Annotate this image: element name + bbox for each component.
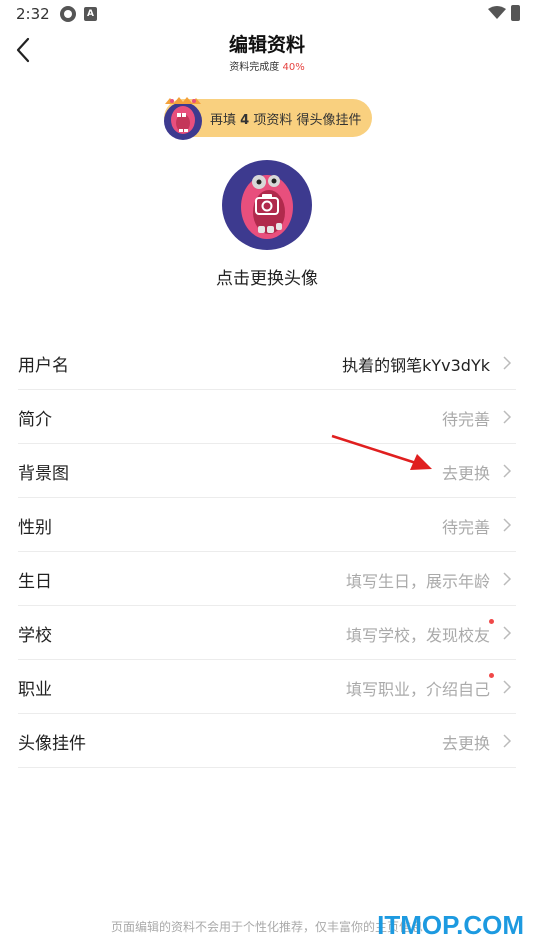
wifi-icon — [488, 6, 506, 19]
row-value: 去更换 — [441, 734, 490, 753]
chevron-right-icon — [503, 464, 512, 478]
row-school[interactable]: 学校 填写学校，发现校友 — [18, 606, 516, 660]
chevron-right-icon — [503, 356, 512, 370]
new-badge-dot — [489, 673, 494, 678]
battery-icon — [511, 5, 520, 21]
chevron-right-icon — [503, 518, 512, 532]
status-time: 2:32 — [16, 5, 50, 23]
chevron-right-icon — [503, 680, 512, 694]
edit-profile-page: 2:32 A 编辑资料 资料完成度 40% 再填 4 项资料 得头像挂件 点击更… — [0, 0, 534, 950]
promo-text: 再填 4 项资料 得头像挂件 — [210, 113, 362, 128]
row-value: 去更换 — [441, 464, 490, 483]
chevron-right-icon — [503, 626, 512, 640]
chevron-right-icon — [503, 572, 512, 586]
avatar-button[interactable] — [222, 160, 312, 250]
change-avatar-label[interactable]: 点击更换头像 — [0, 264, 534, 289]
chevron-right-icon — [503, 734, 512, 748]
sync-icon — [60, 6, 76, 22]
row-label: 生日 — [18, 572, 52, 592]
row-bio[interactable]: 简介 待完善 — [18, 390, 516, 444]
a-app-icon: A — [84, 7, 97, 21]
profile-fields-list: 用户名 执着的钢笔kYv3dYk 简介 待完善 背景图 去更换 性别 待完善 生日 填写生日，展示… — [18, 336, 516, 768]
row-birthday[interactable]: 生日 填写生日，展示年龄 — [18, 552, 516, 606]
watermark-logo: ITMOP.COM — [377, 910, 524, 940]
new-badge-dot — [489, 619, 494, 624]
row-value: 待完善 — [441, 518, 490, 537]
row-avatar-pendant[interactable]: 头像挂件 去更换 — [18, 714, 516, 768]
row-occupation[interactable]: 职业 填写职业，介绍自己 — [18, 660, 516, 714]
row-label: 学校 — [18, 626, 52, 646]
row-value: 执着的钢笔kYv3dYk — [342, 356, 490, 375]
chevron-right-icon — [503, 410, 512, 424]
row-label: 背景图 — [18, 464, 69, 484]
status-bar: 2:32 A — [0, 0, 534, 28]
row-label: 职业 — [18, 680, 52, 700]
completion-label: 资料完成度 — [229, 62, 280, 73]
row-background[interactable]: 背景图 去更换 — [18, 444, 516, 498]
row-label: 简介 — [18, 410, 52, 430]
completion-indicator: 资料完成度 40% — [0, 58, 534, 73]
row-username[interactable]: 用户名 执着的钢笔kYv3dYk — [18, 336, 516, 390]
row-value: 待完善 — [441, 410, 490, 429]
row-value: 填写职业，介绍自己 — [345, 680, 490, 699]
red-arrow-annotation — [331, 434, 432, 470]
monster-pendant-icon — [164, 97, 202, 140]
row-value: 填写生日，展示年龄 — [345, 572, 490, 591]
row-label: 头像挂件 — [18, 734, 86, 754]
row-gender[interactable]: 性别 待完善 — [18, 498, 516, 552]
row-label: 性别 — [18, 518, 52, 538]
page-title: 编辑资料 — [228, 34, 305, 56]
row-value: 填写学校，发现校友 — [345, 626, 490, 645]
row-label: 用户名 — [18, 356, 69, 376]
completion-value: 40% — [282, 62, 305, 73]
